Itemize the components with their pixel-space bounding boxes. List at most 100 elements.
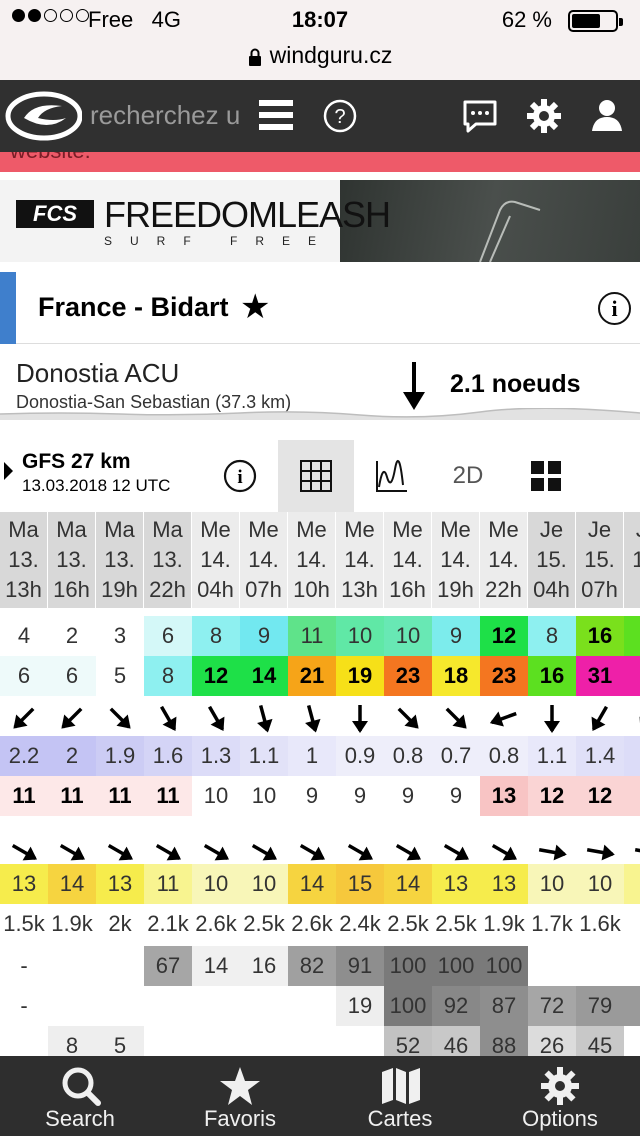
cloud-mid-row-cell: 72	[528, 986, 576, 1026]
star-icon	[220, 1067, 260, 1105]
temperature-row-cell: 14	[384, 864, 432, 904]
freezing-level-row-cell: 2.5k	[387, 911, 429, 936]
wave-period-row: 11111111101099991312121	[0, 776, 640, 816]
wave-height-row-cell: 1.6	[144, 736, 192, 776]
settings-gear-icon[interactable]	[526, 98, 562, 134]
wind-gusts-row-cell: 31	[576, 656, 624, 696]
direction-arrow-icon	[528, 698, 576, 738]
tab-blocks-view[interactable]	[508, 440, 584, 512]
user-icon[interactable]	[590, 98, 624, 132]
cloud-mid-row-cell	[240, 986, 288, 1026]
wave-period-row-cell: 12	[576, 776, 624, 816]
spot-info-icon[interactable]: i	[598, 292, 631, 325]
banner-tagline: SURF FREE	[104, 234, 335, 248]
model-info-button[interactable]: i	[202, 440, 278, 512]
gear-icon	[541, 1067, 579, 1105]
svg-text:?: ?	[334, 106, 345, 128]
wave-height-row-cell: 0.7	[432, 736, 480, 776]
wave-height-row: 2.221.91.61.31.110.90.80.70.81.11.41	[0, 736, 640, 776]
tab-options[interactable]: Options	[480, 1056, 640, 1136]
model-toolbar: GFS 27 km 13.03.2018 12 UTC i 2D	[0, 440, 640, 512]
freezing-level-row-cell: 2.4k	[339, 911, 381, 936]
wind-arrow-down-icon	[403, 362, 425, 410]
tab-cartes[interactable]: Cartes	[320, 1056, 480, 1136]
bottom-tab-bar: Search Favoris Cartes Options	[0, 1056, 640, 1136]
tab-favoris[interactable]: Favoris	[160, 1056, 320, 1136]
url-bar[interactable]: windguru.cz	[0, 40, 640, 80]
freezing-level-row-cell: 1.7k	[531, 911, 573, 936]
forecast-time-cell: Ma 13. 19h	[96, 512, 144, 608]
search-input[interactable]: recherchez u	[90, 100, 250, 131]
wave-height-row-cell: 0.8	[384, 736, 432, 776]
forecast-time-cell: Me 14. 10h	[288, 512, 336, 608]
ad-banner[interactable]: FCS FREEDOMLEASH SURF FREE	[0, 180, 640, 262]
direction-arrow-icon	[336, 698, 384, 738]
station-wave-line	[0, 408, 640, 420]
help-icon[interactable]: ?	[322, 98, 358, 134]
forecast-table[interactable]: Ma 13. 13h Ma 13. 16h Ma 13. 19h Ma 13. 22h Me 14. 04h…	[0, 512, 640, 1062]
wind-direction-row	[0, 698, 640, 738]
forecast-time-cell: Je 15. 07h	[576, 512, 624, 608]
cloud-high-row-cell: 14	[192, 946, 240, 986]
wave-height-row-cell: 1.9	[96, 736, 144, 776]
station-panel[interactable]: Donostia ACU Donostia-San Sebastian (37.…	[0, 348, 640, 420]
freezing-level-row-cell: 2.6k	[195, 911, 237, 936]
wave-height-row-cell: 1.1	[528, 736, 576, 776]
windguru-logo[interactable]	[4, 88, 82, 144]
wind-gusts-row-cell: 5	[96, 656, 144, 696]
expand-triangle-icon[interactable]	[4, 462, 13, 480]
wind-gusts-row-cell: 6	[0, 656, 48, 696]
cloud-mid-row-cell: 100	[384, 986, 432, 1026]
temperature-row-cell: 10	[576, 864, 624, 904]
spot-title: France - Bidart	[38, 292, 229, 322]
url-text: windguru.cz	[269, 42, 393, 68]
tab-2d-view[interactable]: 2D	[430, 440, 506, 512]
wind-speed-row-cell: 16	[576, 616, 624, 656]
freezing-level-row: 1.5k 1.9k 2k 2.1k 2.6k 2.5k 2.6k 2.4k 2.5k 2.5k 1.…	[0, 904, 640, 944]
cloud-high-row-cell: 67	[144, 946, 192, 986]
temperature-row-cell: 13	[432, 864, 480, 904]
chat-icon[interactable]	[462, 98, 498, 134]
menu-icon[interactable]	[259, 98, 293, 132]
direction-arrow-icon	[192, 698, 240, 738]
notice-bar: website:	[0, 152, 640, 172]
banner-brand: FREEDOMLEASH	[104, 194, 391, 235]
tab-search[interactable]: Search	[0, 1056, 160, 1136]
cloud-mid-row-cell	[48, 986, 96, 1026]
wave-height-row-cell: 2	[48, 736, 96, 776]
direction-arrow-icon	[240, 698, 288, 738]
cloud-mid-row: - 19 100 92 87 72 79	[0, 986, 640, 1026]
direction-arrow-icon	[0, 698, 48, 738]
forecast-time-cell: Ma 13. 13h	[0, 512, 48, 608]
wind-speed-row-cell: 11	[288, 616, 336, 656]
tab-graph-view[interactable]	[354, 440, 430, 512]
station-name: Donostia ACU	[16, 358, 180, 388]
wave-period-row-cell: 1	[624, 776, 640, 816]
forecast-time-cell: Me 14. 13h	[336, 512, 384, 608]
wave-period-row-cell: 9	[336, 776, 384, 816]
forecast-time-cell: Me 14. 16h	[384, 512, 432, 608]
fcs-logo: FCS	[16, 200, 94, 228]
cloud-mid-row-cell	[96, 986, 144, 1026]
model-name[interactable]: GFS 27 km	[22, 450, 131, 474]
wind-gusts-row-cell: 12	[192, 656, 240, 696]
info-icon: i	[223, 459, 257, 493]
wave-period-row-cell: 9	[432, 776, 480, 816]
freezing-level-row-cell: 2.5k	[435, 911, 477, 936]
blocks-icon	[531, 461, 561, 491]
freezing-level-row-cell: 2k	[108, 911, 132, 936]
wind-gusts-row-cell: 23	[480, 656, 528, 696]
favorite-star-icon[interactable]: ★	[240, 287, 270, 327]
wind-gusts-row-cell: 19	[336, 656, 384, 696]
wind-gusts-row-cell: 16	[528, 656, 576, 696]
tab-table-view[interactable]	[278, 440, 354, 512]
wave-period-row-cell: 9	[288, 776, 336, 816]
wave-height-row-cell: 0.8	[480, 736, 528, 776]
temperature-row-cell: 11	[144, 864, 192, 904]
forecast-time-cell: Me 14. 07h	[240, 512, 288, 608]
temperature-row-cell: 14	[48, 864, 96, 904]
forecast-time-cell: Ma 13. 16h	[48, 512, 96, 608]
wave-period-row-cell: 11	[48, 776, 96, 816]
wave-period-row-cell: 11	[0, 776, 48, 816]
wind-gusts-row-cell: 14	[240, 656, 288, 696]
